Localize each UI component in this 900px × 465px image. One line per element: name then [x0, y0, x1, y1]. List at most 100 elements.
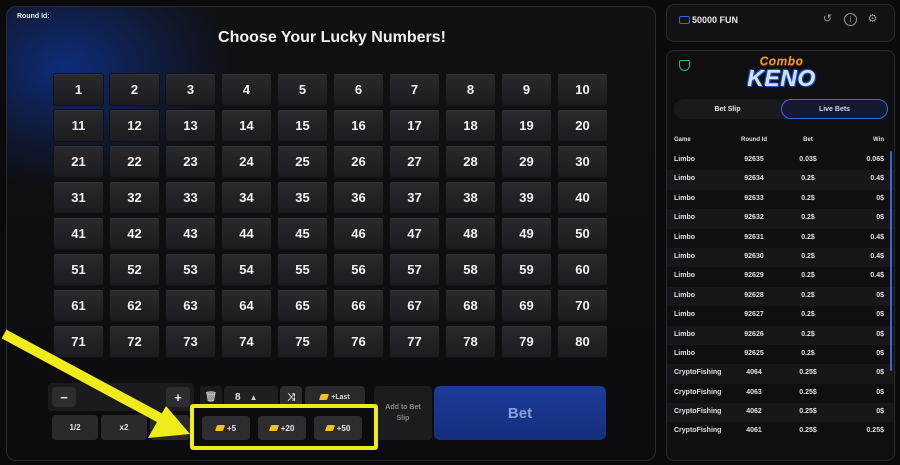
number-cell[interactable]: 53	[165, 253, 216, 286]
number-cell[interactable]: 24	[221, 145, 272, 178]
number-cell[interactable]: 11	[53, 109, 104, 142]
number-cell[interactable]: 27	[389, 145, 440, 178]
number-cell[interactable]: 8	[445, 73, 496, 106]
repeat-last-button[interactable]: +Last	[305, 386, 365, 408]
random-pick-button[interactable]: ⤨	[280, 386, 302, 408]
number-cell[interactable]: 18	[445, 109, 496, 142]
number-cell[interactable]: 73	[165, 325, 216, 358]
number-cell[interactable]: 43	[165, 217, 216, 250]
number-cell[interactable]: 71	[53, 325, 104, 358]
number-cell[interactable]: 75	[277, 325, 328, 358]
number-cell[interactable]: 13	[165, 109, 216, 142]
number-cell[interactable]: 80	[557, 325, 608, 358]
number-cell[interactable]: 15	[277, 109, 328, 142]
number-cell[interactable]: 19	[501, 109, 552, 142]
number-cell[interactable]: 77	[389, 325, 440, 358]
number-cell[interactable]: 60	[557, 253, 608, 286]
number-cell[interactable]: 51	[53, 253, 104, 286]
number-cell[interactable]: 25	[277, 145, 328, 178]
quick-add-5-button[interactable]: +5	[202, 416, 250, 440]
number-cell[interactable]: 56	[333, 253, 384, 286]
scrollbar[interactable]	[890, 151, 892, 371]
number-cell[interactable]: 49	[501, 217, 552, 250]
tab-bet-slip[interactable]: Bet Slip	[674, 99, 781, 119]
number-cell[interactable]: 16	[333, 109, 384, 142]
number-cell[interactable]: 14	[221, 109, 272, 142]
number-cell[interactable]: 26	[333, 145, 384, 178]
number-cell[interactable]: 29	[501, 145, 552, 178]
number-cell[interactable]: 57	[389, 253, 440, 286]
pick-count-select[interactable]: 8 ▲	[224, 386, 278, 408]
number-cell[interactable]: 58	[445, 253, 496, 286]
quick-add-20-button[interactable]: +20	[258, 416, 306, 440]
number-cell[interactable]: 42	[109, 217, 160, 250]
tab-live-bets[interactable]: Live Bets	[781, 99, 888, 119]
number-cell[interactable]: 52	[109, 253, 160, 286]
settings-icon[interactable]: ⚙	[866, 13, 879, 26]
number-cell[interactable]: 66	[333, 289, 384, 322]
bet-button[interactable]: Bet	[434, 386, 606, 440]
number-cell[interactable]: 44	[221, 217, 272, 250]
number-cell[interactable]: 4	[221, 73, 272, 106]
number-cell[interactable]: 9	[501, 73, 552, 106]
number-cell[interactable]: 34	[221, 181, 272, 214]
history-icon[interactable]: ↺	[821, 13, 834, 26]
add-to-bet-slip-button[interactable]: Add to Bet Slip	[374, 386, 432, 440]
number-cell[interactable]: 31	[53, 181, 104, 214]
number-cell[interactable]: 68	[445, 289, 496, 322]
number-cell[interactable]: 69	[501, 289, 552, 322]
number-cell[interactable]: 65	[277, 289, 328, 322]
number-cell[interactable]: 3	[165, 73, 216, 106]
info-icon[interactable]: i	[844, 13, 857, 26]
number-cell[interactable]: 32	[109, 181, 160, 214]
number-cell[interactable]: 50	[557, 217, 608, 250]
number-cell[interactable]: 33	[165, 181, 216, 214]
increase-stake-button[interactable]: +	[166, 387, 190, 407]
number-cell[interactable]: 62	[109, 289, 160, 322]
number-cell[interactable]: 63	[165, 289, 216, 322]
number-cell[interactable]: 61	[53, 289, 104, 322]
number-cell[interactable]: 20	[557, 109, 608, 142]
number-cell[interactable]: 59	[501, 253, 552, 286]
quick-add-50-button[interactable]: +50	[314, 416, 362, 440]
number-cell[interactable]: 67	[389, 289, 440, 322]
number-cell[interactable]: 30	[557, 145, 608, 178]
number-cell[interactable]: 48	[445, 217, 496, 250]
number-cell[interactable]: 28	[445, 145, 496, 178]
number-cell[interactable]: 36	[333, 181, 384, 214]
max-stake-button[interactable]	[150, 415, 190, 440]
number-cell[interactable]: 17	[389, 109, 440, 142]
number-cell[interactable]: 6	[333, 73, 384, 106]
number-cell[interactable]: 39	[501, 181, 552, 214]
number-cell[interactable]: 40	[557, 181, 608, 214]
decrease-stake-button[interactable]: −	[52, 387, 76, 407]
number-cell[interactable]: 41	[53, 217, 104, 250]
number-cell[interactable]: 46	[333, 217, 384, 250]
number-cell[interactable]: 23	[165, 145, 216, 178]
number-cell[interactable]: 35	[277, 181, 328, 214]
number-cell[interactable]: 47	[389, 217, 440, 250]
number-cell[interactable]: 45	[277, 217, 328, 250]
number-cell[interactable]: 12	[109, 109, 160, 142]
number-cell[interactable]: 10	[557, 73, 608, 106]
number-cell[interactable]: 22	[109, 145, 160, 178]
number-cell[interactable]: 1	[53, 73, 104, 106]
number-cell[interactable]: 21	[53, 145, 104, 178]
double-stake-button[interactable]: x2	[101, 415, 147, 440]
clear-selection-button[interactable]: 🗑	[200, 386, 222, 408]
number-cell[interactable]: 64	[221, 289, 272, 322]
half-stake-button[interactable]: 1/2	[52, 415, 98, 440]
number-cell[interactable]: 55	[277, 253, 328, 286]
number-cell[interactable]: 7	[389, 73, 440, 106]
number-cell[interactable]: 38	[445, 181, 496, 214]
number-cell[interactable]: 72	[109, 325, 160, 358]
number-cell[interactable]: 76	[333, 325, 384, 358]
number-cell[interactable]: 74	[221, 325, 272, 358]
number-cell[interactable]: 70	[557, 289, 608, 322]
number-cell[interactable]: 79	[501, 325, 552, 358]
number-cell[interactable]: 37	[389, 181, 440, 214]
number-cell[interactable]: 5	[277, 73, 328, 106]
number-cell[interactable]: 2	[109, 73, 160, 106]
number-cell[interactable]: 54	[221, 253, 272, 286]
number-cell[interactable]: 78	[445, 325, 496, 358]
